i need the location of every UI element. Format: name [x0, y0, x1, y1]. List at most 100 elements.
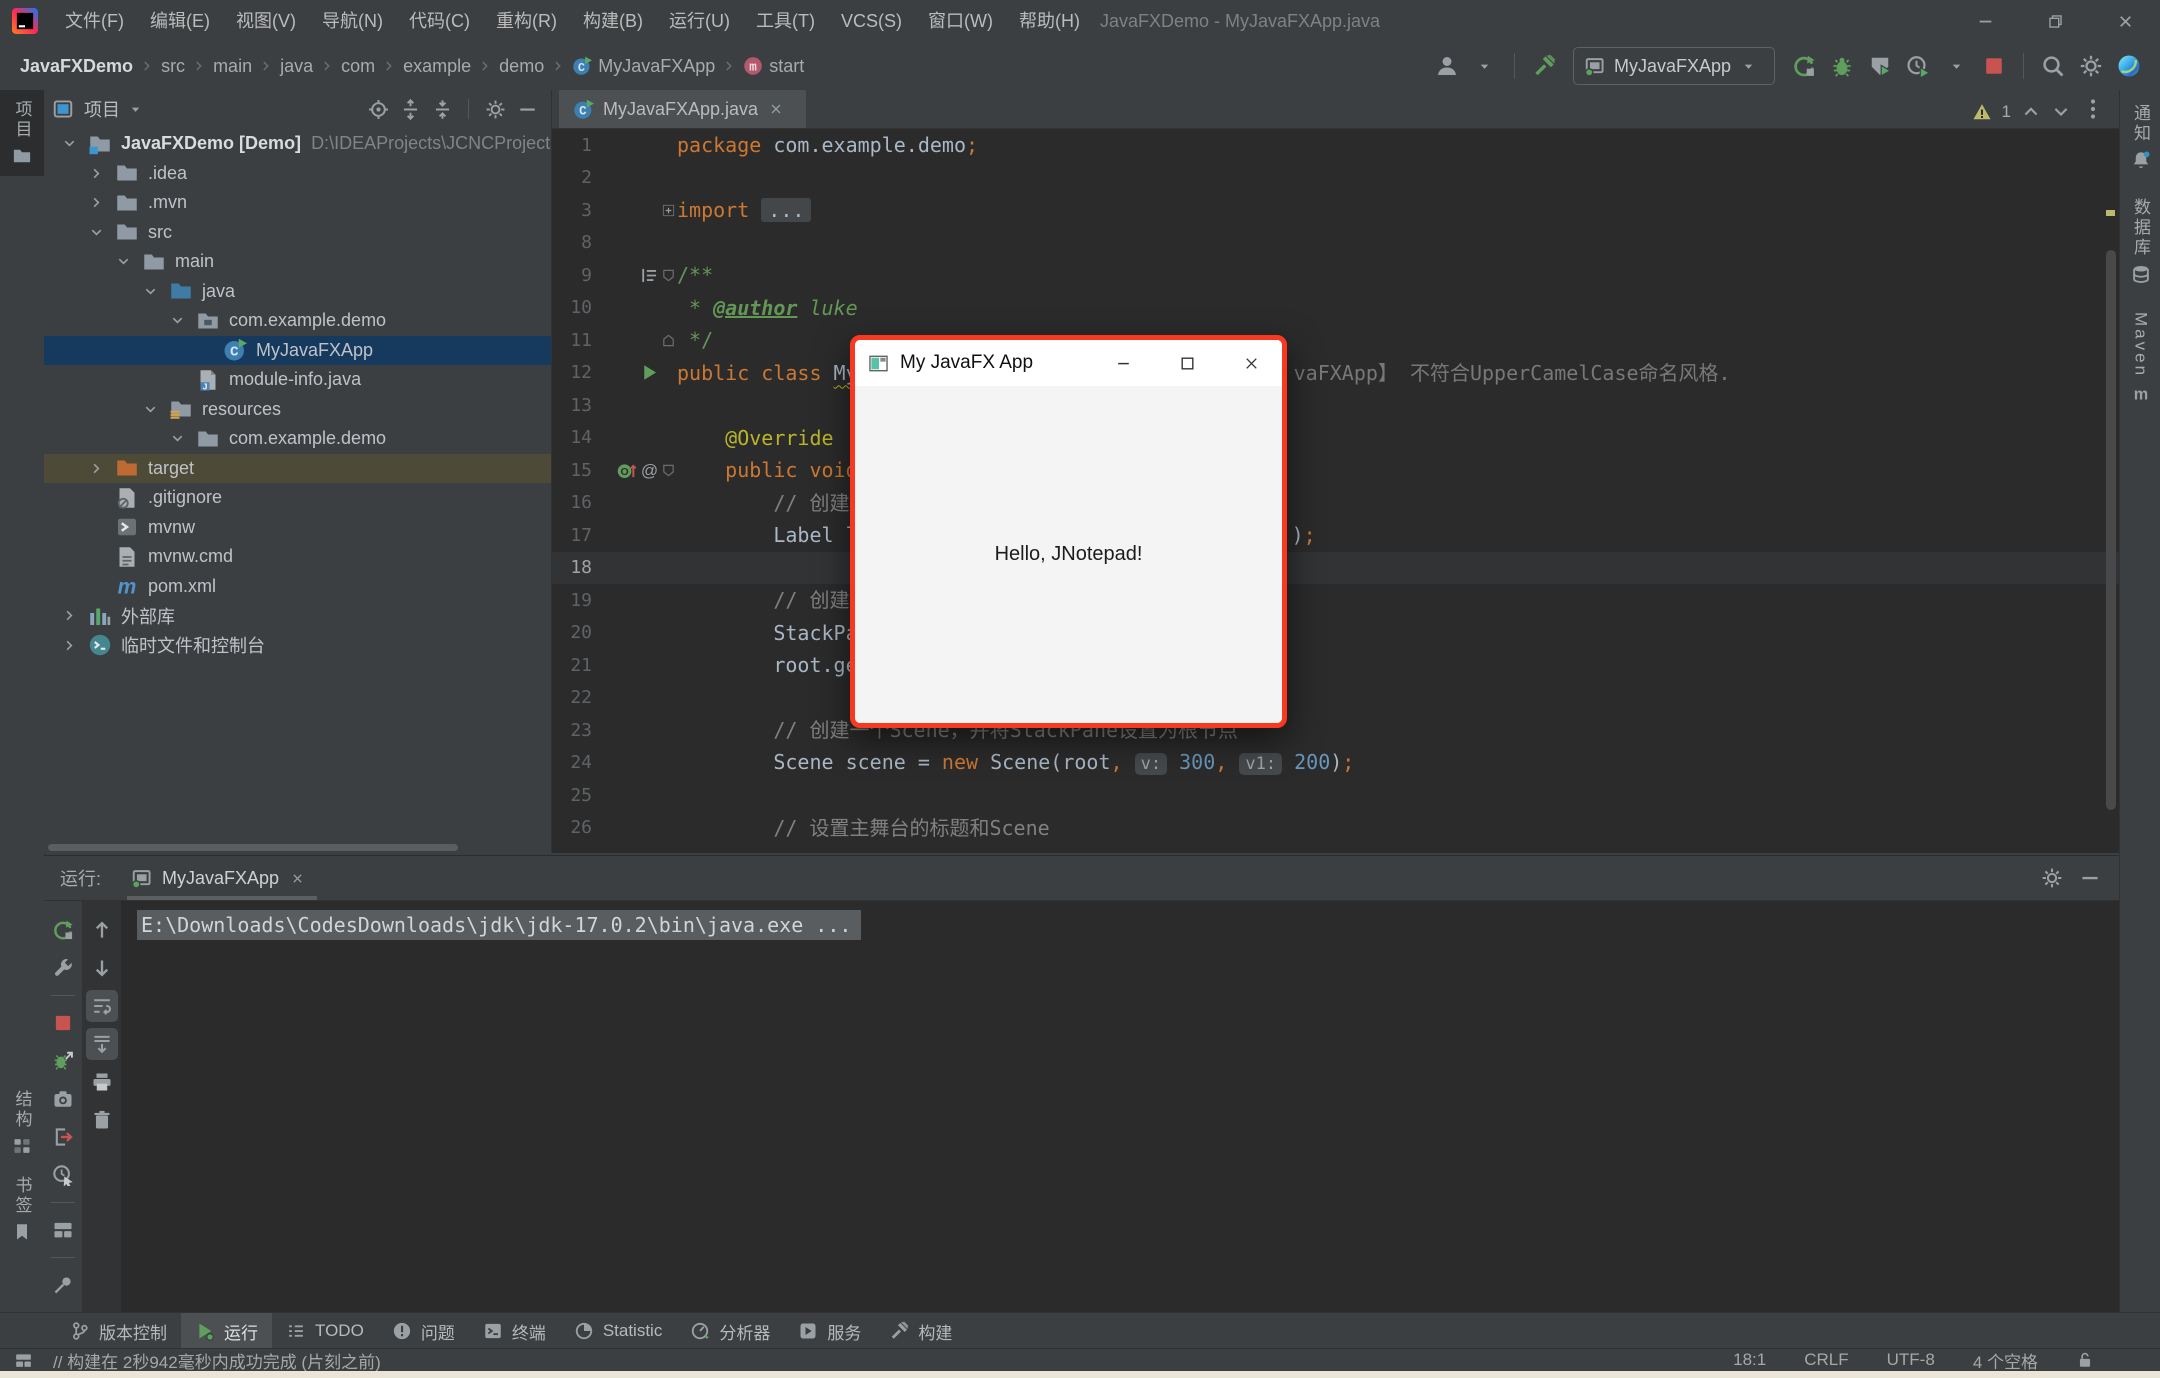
override-icon[interactable]: O	[616, 460, 637, 481]
breadcrumb-item-example[interactable]: example	[403, 56, 471, 77]
breadcrumb-item-main[interactable]: main	[213, 56, 252, 77]
breadcrumb-item-java[interactable]: java	[280, 56, 313, 77]
tool-window-button-数据库[interactable]: 数据库	[2120, 184, 2160, 298]
tree-item-java[interactable]: java	[44, 277, 551, 307]
chevron-down-icon[interactable]	[2051, 102, 2071, 122]
editor-tab[interactable]: C MyJavaFXApp.java	[559, 90, 806, 128]
close-button[interactable]	[1218, 340, 1282, 386]
tree-item-mvnw.cmd[interactable]: mvnw.cmd	[44, 542, 551, 572]
close-icon[interactable]	[291, 872, 304, 885]
status-line-ending[interactable]: CRLF	[1804, 1350, 1848, 1370]
lock-open-icon[interactable]	[2076, 1351, 2094, 1369]
chevron-down-icon[interactable]	[116, 254, 142, 269]
inspection-widget[interactable]: 1	[1972, 102, 2071, 122]
layout-button[interactable]	[47, 1214, 79, 1246]
hide-icon[interactable]	[2079, 867, 2101, 889]
arrow-up-button[interactable]	[86, 914, 118, 946]
exit-arrow-button[interactable]	[47, 1121, 79, 1153]
tree-item-.idea[interactable]: .idea	[44, 159, 551, 189]
tool-window-button-项目[interactable]: 项目	[0, 90, 44, 176]
doc-list-icon[interactable]	[639, 265, 660, 286]
run-tab[interactable]: MyJavaFXApp	[131, 856, 313, 900]
panel-settings-button[interactable]	[480, 94, 510, 124]
stop-button[interactable]	[47, 1007, 79, 1039]
tool-window-tab-服务[interactable]: 服务	[784, 1313, 875, 1349]
locate-file-button[interactable]	[363, 94, 393, 124]
tree-item-pom.xml[interactable]: mpom.xml	[44, 572, 551, 602]
hide-panel-button[interactable]	[512, 94, 542, 124]
tool-window-tab-分析器[interactable]: 分析器	[676, 1313, 784, 1349]
tree-item-外部库[interactable]: 外部库	[44, 601, 551, 631]
chevron-right-icon[interactable]	[89, 166, 115, 181]
chevron-down-icon[interactable]	[170, 431, 196, 446]
tree-item-临时文件和控制台[interactable]: 临时文件和控制台	[44, 631, 551, 661]
rerun-button[interactable]	[47, 914, 79, 946]
fold-marker[interactable]	[660, 333, 677, 348]
tree-item-MyJavaFXApp[interactable]: CMyJavaFXApp	[44, 336, 551, 366]
user-dropdown[interactable]	[1468, 49, 1502, 83]
code-area[interactable]: 1package com.example.demo;23import ...89…	[552, 129, 2119, 853]
tool-window-button-Maven[interactable]: Mavenm	[2120, 298, 2160, 418]
wrap-button[interactable]	[86, 990, 118, 1022]
play-line-icon[interactable]	[639, 362, 660, 383]
menu-工具[interactable]: 工具(T)	[743, 0, 828, 42]
profiler-dropdown[interactable]	[1939, 49, 1973, 83]
chevron-down-icon[interactable]	[89, 225, 115, 240]
tree-item-src[interactable]: src	[44, 218, 551, 248]
more-options-icon[interactable]	[2081, 97, 2105, 121]
tool-window-tab-版本控制[interactable]: 版本控制	[56, 1313, 181, 1349]
close-icon[interactable]	[769, 102, 783, 116]
print-button[interactable]	[86, 1066, 118, 1098]
chevron-down-icon[interactable]	[62, 136, 88, 151]
collapse-all-button[interactable]	[427, 94, 457, 124]
tree-item-resources[interactable]: resources	[44, 395, 551, 425]
stop-button[interactable]	[1977, 49, 2011, 83]
status-caret-position[interactable]: 18:1	[1733, 1350, 1766, 1370]
trash-button[interactable]	[86, 1104, 118, 1136]
profiler-button[interactable]	[1901, 49, 1935, 83]
tool-window-tab-Statistic[interactable]: Statistic	[560, 1313, 677, 1349]
status-file-encoding[interactable]: UTF-8	[1887, 1350, 1935, 1370]
chevron-right-icon[interactable]	[62, 608, 88, 623]
fold-marker[interactable]	[660, 268, 677, 283]
tool-window-tab-TODO[interactable]: TODO	[272, 1313, 378, 1349]
wrench-button[interactable]	[47, 952, 79, 984]
chevron-down-icon[interactable]	[143, 284, 169, 299]
chevron-right-icon[interactable]	[89, 461, 115, 476]
menu-导航[interactable]: 导航(N)	[309, 0, 396, 42]
javafx-app-window[interactable]: My JavaFX App Hello, JNotepad!	[850, 335, 1287, 728]
pin-button[interactable]	[47, 1269, 79, 1301]
menu-VCS[interactable]: VCS(S)	[828, 0, 915, 42]
arrow-down-button[interactable]	[86, 952, 118, 984]
fold-marker[interactable]	[660, 463, 677, 478]
tree-item-.mvn[interactable]: .mvn	[44, 188, 551, 218]
javafx-window-titlebar[interactable]: My JavaFX App	[855, 340, 1282, 386]
menu-运行[interactable]: 运行(U)	[656, 0, 743, 42]
run-configuration-select[interactable]: MyJavaFXApp	[1573, 47, 1775, 85]
clock-cursor-button[interactable]	[47, 1159, 79, 1191]
menu-编辑[interactable]: 编辑(E)	[137, 0, 223, 42]
tool-window-tab-终端[interactable]: 终端	[469, 1313, 560, 1349]
camera-button[interactable]	[47, 1083, 79, 1115]
tree-item-com.example.demo[interactable]: com.example.demo	[44, 424, 551, 454]
chevron-up-icon[interactable]	[2021, 102, 2041, 122]
rerun-button[interactable]	[1787, 49, 1821, 83]
chevron-right-icon[interactable]	[89, 195, 115, 210]
debug-button[interactable]	[1825, 49, 1859, 83]
tool-window-button-书签[interactable]: 书签	[0, 1166, 44, 1252]
at-icon[interactable]: @	[639, 460, 660, 481]
tree-item-mvnw[interactable]: mvnw	[44, 513, 551, 543]
chevron-down-icon[interactable]	[170, 313, 196, 328]
user-button[interactable]	[1430, 49, 1464, 83]
settings-icon[interactable]	[2041, 867, 2063, 889]
minimize-button[interactable]	[1090, 340, 1154, 386]
minimize-button[interactable]	[1950, 0, 2020, 42]
fold-marker[interactable]	[660, 203, 677, 218]
tool-window-tab-问题[interactable]: 问题	[378, 1313, 469, 1349]
bug-attach-button[interactable]	[47, 1045, 79, 1077]
editor-vertical-scrollbar[interactable]	[2106, 250, 2116, 810]
error-stripe-mark[interactable]	[2106, 210, 2115, 216]
layout-icon[interactable]	[14, 1351, 33, 1370]
maximize-button[interactable]	[1154, 340, 1218, 386]
scroll-end-button[interactable]	[86, 1028, 118, 1060]
